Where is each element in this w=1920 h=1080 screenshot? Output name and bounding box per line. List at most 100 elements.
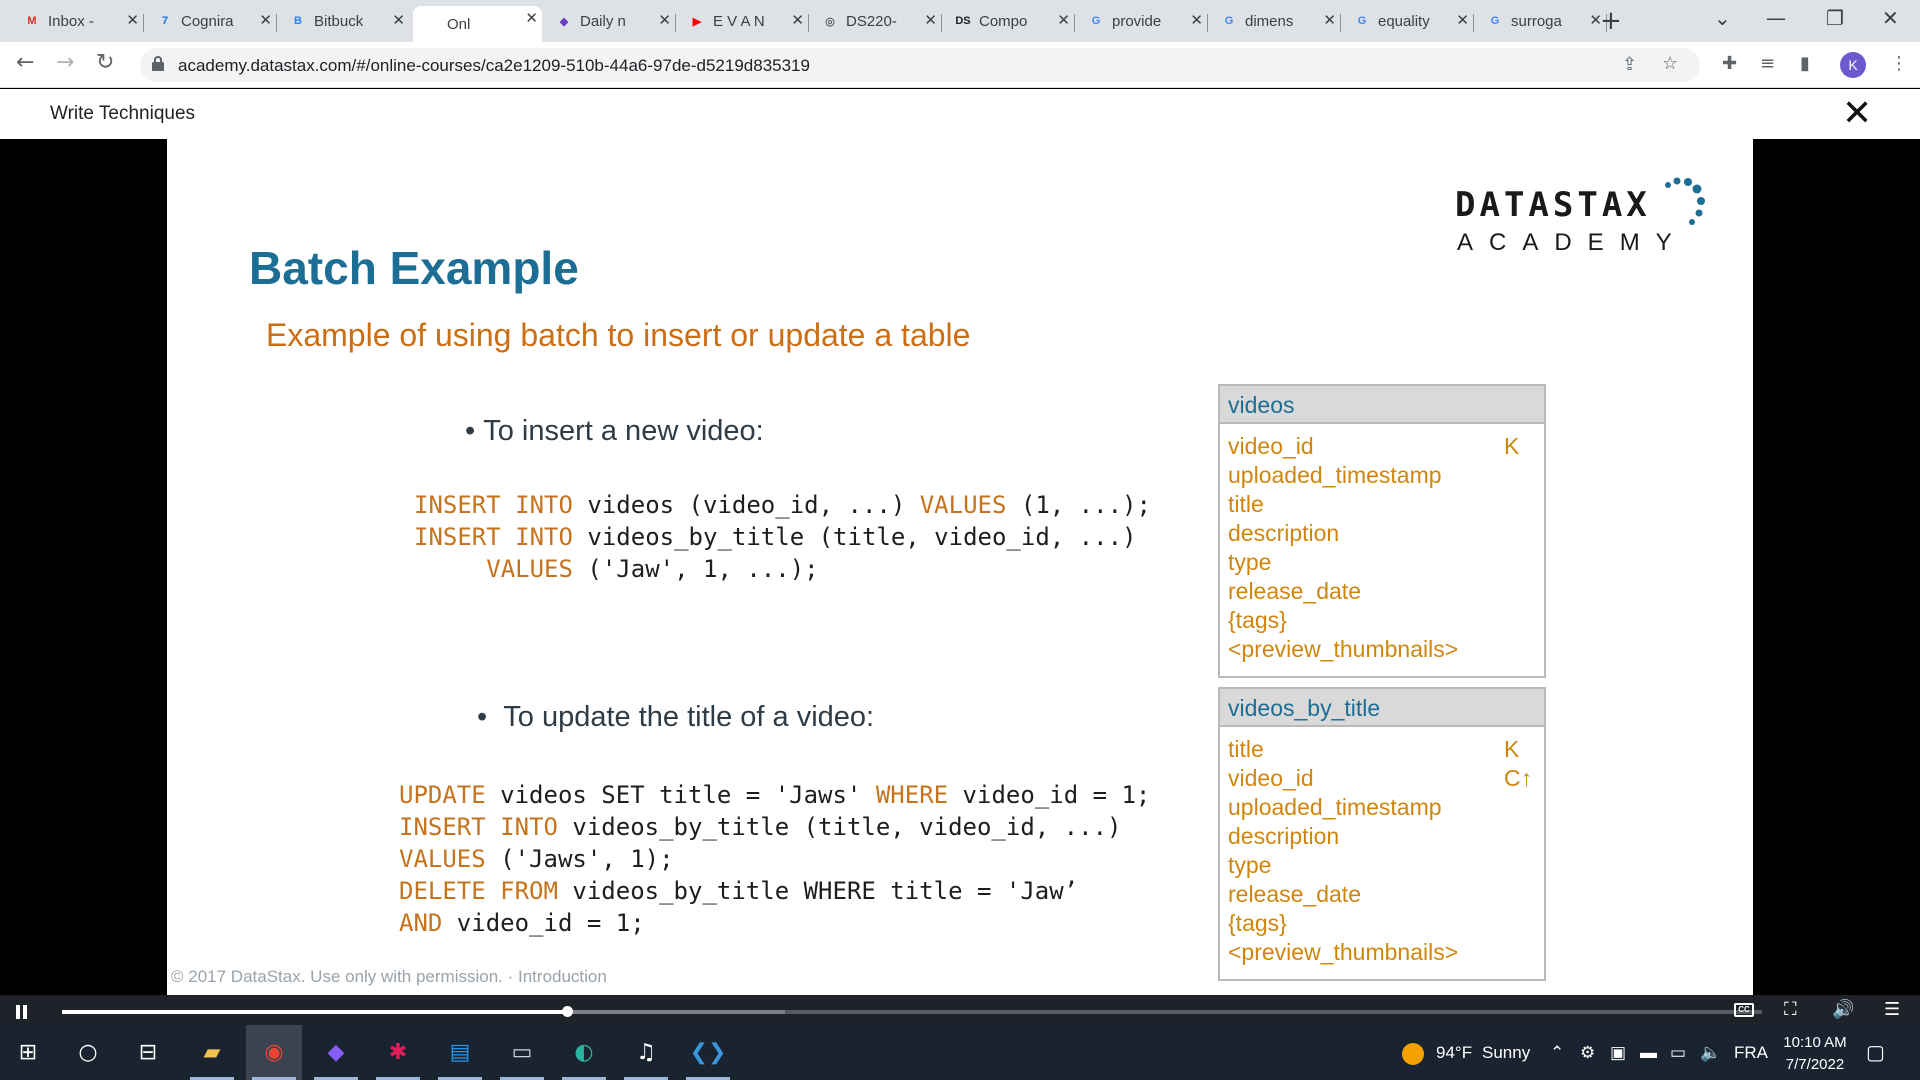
- pause-button[interactable]: [16, 1005, 28, 1019]
- logo-wordmark: DATASTAX: [1455, 185, 1651, 225]
- volume-icon[interactable]: 🔊: [1832, 999, 1854, 1020]
- tab-close-icon[interactable]: ✕: [1190, 11, 1203, 29]
- profile-avatar[interactable]: K: [1840, 52, 1866, 78]
- tray-app-icon[interactable]: ⚙: [1580, 1043, 1595, 1063]
- weather-desc[interactable]: Sunny: [1482, 1043, 1530, 1063]
- tab-title: Onl: [447, 15, 471, 33]
- tab-search-icon[interactable]: ⌄: [1714, 6, 1731, 30]
- browser-tab[interactable]: ◆ Daily n ✕: [546, 8, 676, 34]
- column-name: <preview_thumbnails>: [1228, 636, 1459, 662]
- table-column-row: {tags}: [1228, 909, 1536, 938]
- window-close-button[interactable]: ✕: [1882, 6, 1899, 30]
- column-name: video_id: [1228, 765, 1314, 791]
- tab-title: provide: [1112, 12, 1162, 30]
- tab-title: surroga: [1511, 12, 1562, 30]
- reload-button[interactable]: ↻: [96, 50, 114, 75]
- maximize-button[interactable]: ❐: [1826, 6, 1844, 30]
- obsidian-icon[interactable]: ◆: [308, 1025, 364, 1080]
- code-text: video_id = 1;: [442, 909, 645, 937]
- tab-close-icon[interactable]: ✕: [1456, 11, 1469, 29]
- media-control-icon[interactable]: ≡: [1760, 53, 1775, 74]
- browser-tab[interactable]: Gdimens ✕: [1211, 8, 1341, 34]
- code-line: INSERT INTO videos_by_title (title, vide…: [399, 811, 1150, 843]
- slack-icon[interactable]: ✱: [370, 1025, 426, 1080]
- table-column-row: <preview_thumbnails>: [1228, 635, 1536, 664]
- minimize-button[interactable]: —: [1766, 6, 1786, 30]
- extensions-puzzle-icon[interactable]: ✚: [1722, 53, 1737, 74]
- code-text: videos_by_title (title, video_id, ...): [557, 813, 1122, 841]
- browser-menu-icon[interactable]: ⋮: [1890, 53, 1908, 74]
- tab-close-icon[interactable]: ✕: [259, 11, 272, 29]
- chrome-icon[interactable]: ◉: [246, 1025, 302, 1080]
- played-bar: [62, 1010, 567, 1014]
- tab-close-icon[interactable]: ✕: [392, 11, 405, 29]
- insert-code-block: INSERT INTO videos (video_id, ...) VALUE…: [414, 489, 1151, 585]
- system-clock[interactable]: 10:10 AM 7/7/2022: [1770, 1032, 1860, 1076]
- video-slide[interactable]: DATASTAX ACADEMY Batch Example Example o…: [167, 139, 1753, 995]
- videos-by-title-table: videos_by_title title Kvideo_id C↑ uploaded_…: [1218, 687, 1546, 981]
- table-column-row: uploaded_timestamp: [1228, 461, 1536, 490]
- close-course-icon[interactable]: ✕: [1842, 93, 1872, 134]
- browser-tab[interactable]: B Bitbuck ✕: [280, 8, 409, 34]
- tab-close-icon[interactable]: ✕: [525, 9, 538, 27]
- windows-start-icon[interactable]: ⊞: [0, 1025, 56, 1080]
- course-title: Write Techniques: [50, 103, 196, 124]
- task-view-icon[interactable]: ⊟: [120, 1025, 176, 1080]
- browser-tab[interactable]: DS Compo ✕: [945, 8, 1075, 34]
- weather-temp[interactable]: 94°F: [1436, 1043, 1472, 1063]
- browser-tab[interactable]: 7 Cognira ✕: [147, 8, 277, 34]
- videos-table: videos video_id Kuploaded_timestamp title de…: [1218, 384, 1546, 678]
- edge-icon[interactable]: ◐: [556, 1025, 612, 1080]
- table-column-row: release_date: [1228, 577, 1536, 606]
- browser-tab[interactable]: Gsurroga ✕: [1477, 8, 1607, 34]
- browser-tab[interactable]: ◎ DS220- ✕: [812, 8, 942, 34]
- terminal-icon[interactable]: ▭: [494, 1025, 550, 1080]
- battery-icon[interactable]: ▬: [1640, 1043, 1657, 1063]
- tab-close-icon[interactable]: ✕: [1323, 11, 1336, 29]
- captions-icon[interactable]: CC: [1734, 1003, 1754, 1017]
- tab-favicon-icon: G: [1357, 15, 1367, 27]
- file-explorer-icon[interactable]: ▰: [184, 1025, 240, 1080]
- language-indicator[interactable]: FRA: [1734, 1043, 1768, 1063]
- network-icon[interactable]: ▭: [1670, 1043, 1686, 1063]
- column-key: K: [1504, 736, 1520, 762]
- tab-favicon-icon: G: [1091, 15, 1101, 27]
- side-panel-icon[interactable]: ▮: [1800, 53, 1810, 74]
- tray-overflow-icon[interactable]: ⌃: [1550, 1043, 1564, 1063]
- tab-close-icon[interactable]: ✕: [1057, 11, 1070, 29]
- code-text: videos SET title = 'Jaws': [485, 781, 876, 809]
- music-app-icon[interactable]: ♫: [618, 1025, 674, 1080]
- table-column-row: title: [1228, 490, 1536, 519]
- share-icon[interactable]: ⇪: [1622, 54, 1637, 75]
- url-text[interactable]: academy.datastax.com/#/online-courses/ca…: [178, 56, 810, 76]
- column-name: title: [1228, 491, 1264, 517]
- browser-tab[interactable]: ∴ Onl ✕: [413, 6, 542, 42]
- browser-tab[interactable]: Gequality ✕: [1344, 8, 1474, 34]
- progress-track[interactable]: [62, 1006, 1762, 1017]
- fullscreen-icon[interactable]: ⛶: [1784, 999, 1797, 1020]
- tab-close-icon[interactable]: ✕: [658, 11, 671, 29]
- search-circle-icon[interactable]: ○: [60, 1025, 116, 1080]
- address-bar[interactable]: academy.datastax.com/#/online-courses/ca…: [140, 48, 1700, 82]
- back-button[interactable]: ←: [16, 50, 34, 75]
- tray-display-icon[interactable]: ▣: [1610, 1043, 1626, 1063]
- tab-close-icon[interactable]: ✕: [126, 11, 139, 29]
- tab-close-icon[interactable]: ✕: [924, 11, 937, 29]
- code-keyword: INSERT INTO: [399, 813, 558, 841]
- progress-knob[interactable]: [561, 1006, 573, 1017]
- notifications-icon[interactable]: ▢: [1866, 1040, 1885, 1065]
- tab-close-icon[interactable]: ✕: [791, 11, 804, 29]
- speaker-icon[interactable]: 🔈: [1700, 1043, 1721, 1063]
- tab-favicon-icon: G: [1224, 15, 1234, 27]
- browser-tab[interactable]: Gprovide ✕: [1078, 8, 1208, 34]
- code-line: AND video_id = 1;: [399, 907, 1150, 939]
- vscode-icon[interactable]: ❮❯: [680, 1025, 736, 1080]
- bookmark-star-icon[interactable]: ☆: [1662, 53, 1678, 74]
- browser-tab[interactable]: M Inbox - ✕: [14, 8, 144, 34]
- forward-button[interactable]: →: [56, 50, 74, 75]
- browser-tab[interactable]: ▶ E V A N ✕: [679, 8, 809, 34]
- docker-icon[interactable]: ▤: [432, 1025, 488, 1080]
- playback-menu-icon[interactable]: ☰: [1884, 999, 1900, 1020]
- tab-separator: [143, 14, 144, 32]
- new-tab-button[interactable]: +: [1600, 6, 1622, 36]
